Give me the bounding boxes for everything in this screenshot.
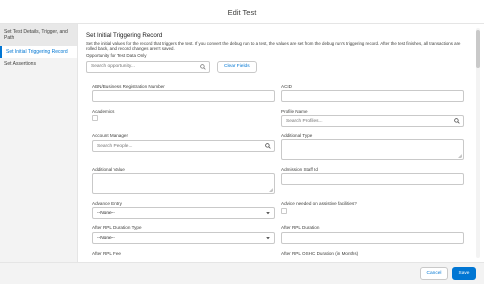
admission-staff-id-input[interactable] (281, 173, 464, 185)
additional-type-textarea[interactable] (281, 139, 464, 160)
search-icon (454, 118, 460, 124)
additional-value-label: Additional Value (92, 167, 125, 172)
cancel-button[interactable]: Cancel (420, 267, 448, 280)
after-rpl-duration-type-value: --None-- (97, 235, 115, 241)
modal-footer: Cancel Save (0, 262, 484, 284)
sidebar-item-assertions[interactable]: Set Assertions (0, 58, 77, 70)
abn-label: ABN/Business Registration Number (92, 84, 165, 89)
opportunity-label: Opportunity for Test Data Only (86, 52, 147, 58)
search-icon (265, 143, 271, 149)
modal-title: Edit Test (227, 8, 257, 17)
advance-entry-select[interactable]: --None-- (92, 207, 275, 219)
account-manager-placeholder: Search People... (97, 143, 133, 149)
sidebar-item-test-details[interactable]: Set Test Details, Trigger, and Path (0, 24, 77, 46)
section-title: Set Initial Triggering Record (86, 32, 163, 39)
opportunity-search-input[interactable]: Search opportunity... (86, 60, 210, 73)
resize-grip-icon[interactable] (269, 188, 273, 192)
admission-staff-id-label: Admission Staff Id (281, 167, 318, 172)
chevron-down-icon (266, 212, 270, 215)
after-rpl-duration-input[interactable] (281, 232, 464, 244)
clear-fields-button[interactable]: Clear Fields (217, 60, 257, 73)
section-description: Set the initial values for the record th… (86, 41, 461, 52)
modal-header: Edit Test (0, 0, 484, 24)
advice-needed-checkbox[interactable] (281, 208, 287, 214)
opportunity-search-placeholder: Search opportunity... (91, 64, 135, 70)
abn-input[interactable] (92, 90, 275, 102)
scrollbar-thumb[interactable] (476, 30, 480, 68)
sidebar-item-initial-triggering-record[interactable]: Set Initial Triggering Record (0, 46, 77, 58)
content-panel: Set Initial Triggering Record Set the in… (86, 24, 476, 262)
acid-label: ACID (281, 84, 292, 89)
academics-checkbox[interactable] (92, 115, 98, 121)
additional-value-textarea[interactable] (92, 173, 275, 194)
academics-label: Academics (92, 109, 115, 114)
after-rpl-duration-label: After RPL Duration (281, 225, 320, 230)
additional-type-label: Additional Type (281, 133, 313, 138)
advance-entry-value: --None-- (97, 210, 115, 216)
advance-entry-label: Advance Entry (92, 201, 122, 206)
search-icon (200, 64, 206, 70)
after-rpl-duration-type-select[interactable]: --None-- (92, 232, 275, 244)
account-manager-label: Account Manager (92, 133, 129, 138)
account-manager-input[interactable]: Search People... (92, 140, 275, 152)
profile-name-label: Profile Name (281, 109, 308, 114)
resize-grip-icon[interactable] (458, 154, 462, 158)
sidebar-nav: Set Test Details, Trigger, and Path Set … (0, 24, 78, 262)
profile-name-input[interactable]: Search Profiles... (281, 115, 464, 127)
after-rpl-fee-label: After RPL Fee (92, 251, 121, 256)
acid-input[interactable] (281, 90, 464, 102)
content-scrollbar[interactable] (476, 28, 480, 258)
chevron-down-icon (266, 237, 270, 240)
after-rpl-duration-type-label: After RPL Duration Type (92, 225, 142, 230)
opportunity-search-row: Search opportunity... Clear Fields (86, 60, 476, 73)
save-button[interactable]: Save (452, 267, 476, 280)
advice-needed-label: Advice needed on assistive facilities? (281, 201, 357, 206)
profile-name-placeholder: Search Profiles... (286, 118, 323, 124)
after-rpl-oshc-label: After RPL OSHC Duration (in Months) (281, 251, 359, 256)
